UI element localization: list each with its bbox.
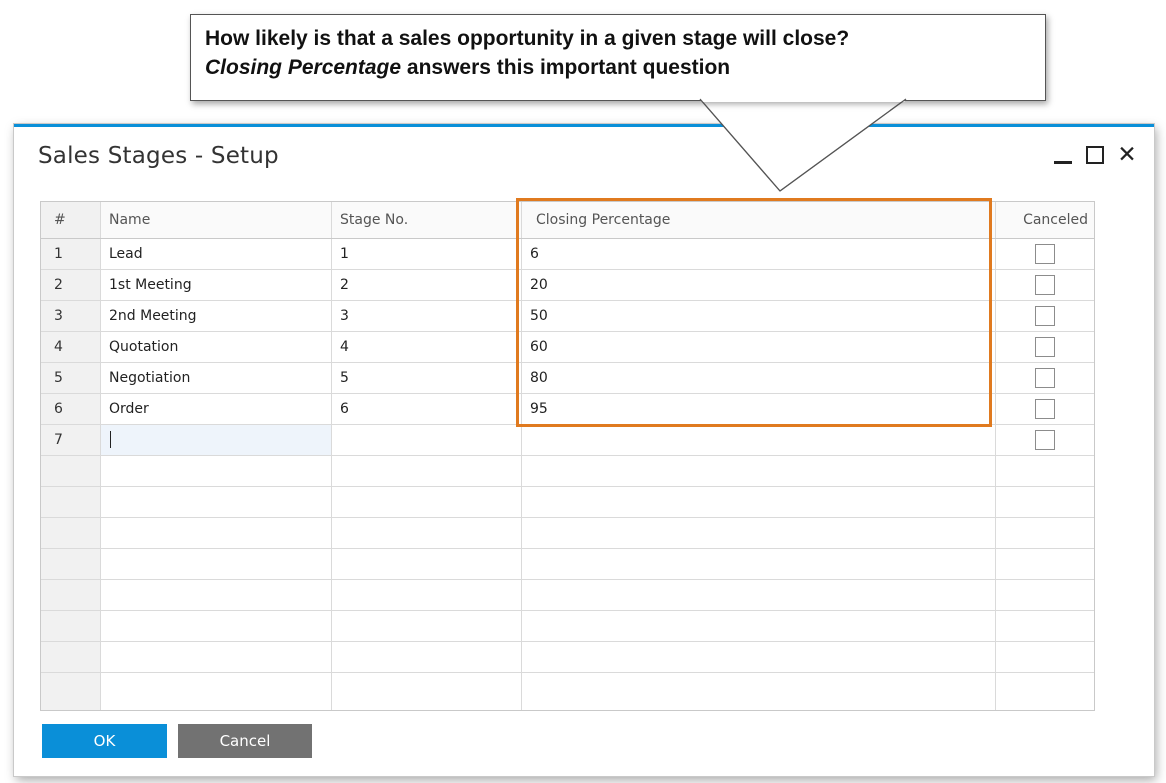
canceled-checkbox[interactable]	[1035, 306, 1055, 326]
stage-number-cell[interactable]: 3	[332, 301, 522, 331]
sales-stages-window: Sales Stages - Setup ✕ # Name Stage No. …	[14, 124, 1154, 776]
row-number: 3	[41, 301, 101, 331]
table-row[interactable]: 3 2nd Meeting 3 50	[41, 301, 1094, 332]
row-number: 7	[41, 425, 101, 455]
stage-name-cell[interactable]: Quotation	[101, 332, 332, 362]
canceled-checkbox[interactable]	[1035, 275, 1055, 295]
canceled-cell	[996, 394, 1094, 424]
table-row[interactable]: 6 Order 6 95	[41, 394, 1094, 425]
column-header-stage-no[interactable]: Stage No.	[332, 202, 522, 238]
canceled-checkbox[interactable]	[1035, 399, 1055, 419]
canceled-checkbox[interactable]	[1035, 430, 1055, 450]
stage-name-cell[interactable]: Order	[101, 394, 332, 424]
canceled-cell	[996, 332, 1094, 362]
maximize-icon	[1086, 146, 1104, 164]
ok-button[interactable]: OK	[42, 724, 167, 758]
row-number: 5	[41, 363, 101, 393]
window-title: Sales Stages - Setup	[38, 143, 279, 169]
closing-percentage-cell[interactable]: 50	[522, 301, 996, 331]
table-row[interactable]: 2 1st Meeting 2 20	[41, 270, 1094, 301]
canceled-checkbox[interactable]	[1035, 337, 1055, 357]
window-controls: ✕	[1044, 142, 1140, 168]
empty-row	[41, 549, 1094, 580]
stage-number-cell[interactable]: 2	[332, 270, 522, 300]
stage-name-input[interactable]	[101, 425, 331, 455]
column-header-closing-percentage[interactable]: Closing Percentage	[522, 202, 996, 238]
table-header-row: # Name Stage No. Closing Percentage Canc…	[41, 202, 1094, 239]
row-number: 6	[41, 394, 101, 424]
screenshot-stage: Sales Stages - Setup ✕ # Name Stage No. …	[0, 0, 1166, 783]
table-row[interactable]: 5 Negotiation 5 80	[41, 363, 1094, 394]
empty-row	[41, 642, 1094, 673]
closing-percentage-cell[interactable]: 60	[522, 332, 996, 362]
canceled-cell	[996, 425, 1094, 455]
empty-row	[41, 673, 1094, 710]
callout-line-2: Closing Percentage answers this importan…	[205, 53, 1045, 82]
canceled-checkbox[interactable]	[1035, 368, 1055, 388]
canceled-checkbox[interactable]	[1035, 244, 1055, 264]
callout-line-1: How likely is that a sales opportunity i…	[205, 27, 850, 50]
empty-row	[41, 580, 1094, 611]
stage-number-cell[interactable]: 1	[332, 239, 522, 269]
callout-emphasis: Closing Percentage	[205, 56, 402, 79]
canceled-cell	[996, 301, 1094, 331]
column-header-number[interactable]: #	[41, 202, 101, 238]
cancel-button[interactable]: Cancel	[178, 724, 312, 758]
minimize-icon	[1054, 160, 1072, 164]
sales-stages-table: # Name Stage No. Closing Percentage Canc…	[40, 201, 1095, 711]
table-row[interactable]: 4 Quotation 4 60	[41, 332, 1094, 363]
stage-number-cell[interactable]	[332, 425, 522, 455]
callout-line-2-rest: answers this important question	[401, 56, 731, 79]
stage-name-cell[interactable]: 1st Meeting	[101, 270, 332, 300]
closing-percentage-cell[interactable]: 20	[522, 270, 996, 300]
minimize-button[interactable]	[1050, 142, 1076, 168]
canceled-cell	[996, 239, 1094, 269]
row-number: 4	[41, 332, 101, 362]
stage-number-cell[interactable]: 4	[332, 332, 522, 362]
column-header-canceled[interactable]: Canceled	[996, 202, 1094, 238]
stage-name-cell[interactable]: 2nd Meeting	[101, 301, 332, 331]
stage-number-cell[interactable]: 5	[332, 363, 522, 393]
text-caret	[110, 431, 111, 448]
stage-name-cell[interactable]: Negotiation	[101, 363, 332, 393]
column-header-name[interactable]: Name	[101, 202, 332, 238]
table-row[interactable]: 1 Lead 1 6	[41, 239, 1094, 270]
closing-percentage-cell[interactable]	[522, 425, 996, 455]
empty-row	[41, 487, 1094, 518]
empty-row	[41, 611, 1094, 642]
closing-percentage-cell[interactable]: 95	[522, 394, 996, 424]
closing-percentage-cell[interactable]: 6	[522, 239, 996, 269]
maximize-button[interactable]	[1082, 142, 1108, 168]
canceled-cell	[996, 270, 1094, 300]
row-number: 1	[41, 239, 101, 269]
canceled-cell	[996, 363, 1094, 393]
closing-percentage-cell[interactable]: 80	[522, 363, 996, 393]
table-row-new[interactable]: 7	[41, 425, 1094, 456]
row-number: 2	[41, 270, 101, 300]
close-icon: ✕	[1117, 142, 1137, 168]
stage-name-cell[interactable]	[101, 425, 332, 455]
annotation-callout: How likely is that a sales opportunity i…	[190, 14, 1046, 101]
close-button[interactable]: ✕	[1114, 142, 1140, 168]
empty-row	[41, 456, 1094, 487]
empty-row	[41, 518, 1094, 549]
stage-number-cell[interactable]: 6	[332, 394, 522, 424]
stage-name-cell[interactable]: Lead	[101, 239, 332, 269]
